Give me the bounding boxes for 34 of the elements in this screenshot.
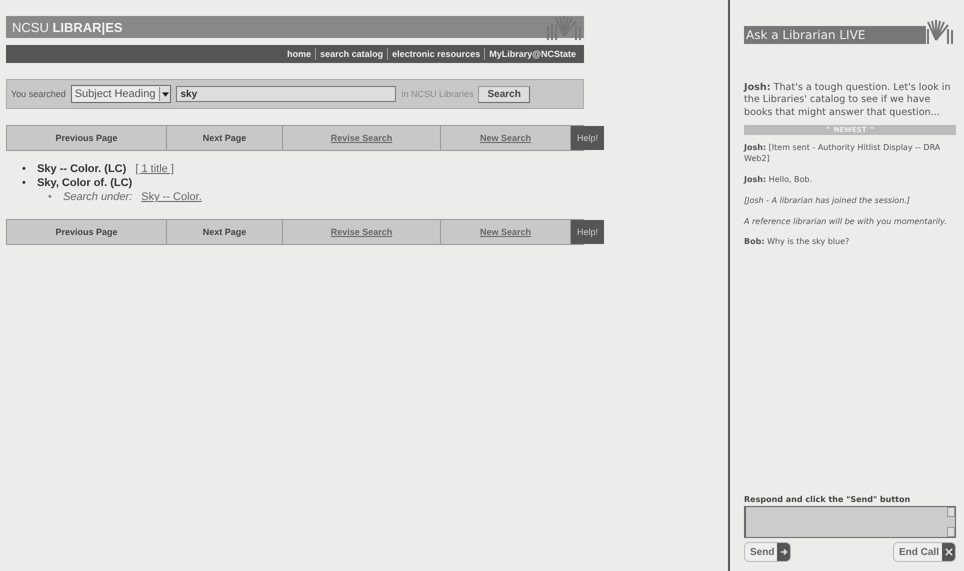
see-reference-label: Search under: — [63, 191, 132, 203]
search-label: You searched — [11, 89, 66, 99]
chat-message: Bob: Why is the sky blue? — [744, 237, 850, 248]
field-dropdown[interactable]: Subject Heading — [70, 85, 172, 103]
nav-link[interactable]: search catalog — [316, 49, 388, 59]
respond-instruction: Respond and click the "Send" button — [744, 495, 912, 504]
bullet: • — [22, 177, 27, 189]
search-field[interactable]: sky — [176, 86, 396, 102]
scope-label: in NCSU Libraries — [401, 89, 474, 99]
reference-link[interactable]: Sky -- Color. — [141, 191, 202, 203]
chat-message: Josh: Hello, Bob. — [744, 175, 814, 186]
nav-link[interactable]: MyLibrary@NCState — [485, 49, 580, 59]
chat-notice: A reference librarian will be with you momentarily. — [744, 216, 948, 228]
chat-message: Josh: That's a tough question. Let's look in the Libraries' catalog to see if we have books that might answer that question... — [744, 82, 952, 120]
close-icon — [942, 543, 955, 561]
search-button[interactable]: Search — [478, 86, 530, 102]
book-fan-icon — [544, 16, 584, 40]
chat-notice: [Josh - A librarian has joined the session.] — [744, 196, 911, 207]
subject-heading: Sky -- Color. (LC) — [37, 163, 126, 175]
response-textarea[interactable] — [744, 506, 956, 538]
subject-heading: Sky, Color of. (LC) — [37, 177, 132, 189]
send-button[interactable]: Send — [744, 542, 792, 562]
chat-message: Josh: [Item sent - Authority Hitlist Display -- DRA Web2] — [744, 143, 942, 165]
end-call-button[interactable]: End Call — [892, 542, 956, 562]
nav-link[interactable]: home — [283, 49, 316, 59]
help-button[interactable]: Help! — [571, 126, 604, 150]
bullet: • — [22, 163, 27, 175]
help-button[interactable]: Help! — [571, 220, 604, 244]
library-logo-text: NCSU LIBRAR|ES — [11, 20, 123, 37]
scrollbar[interactable] — [947, 507, 955, 537]
chat-title: Ask a Librarian LIVE — [745, 28, 866, 44]
title-count-link[interactable]: [ 1 title ] — [135, 163, 174, 175]
bullet: • — [48, 191, 53, 203]
nav-link[interactable]: electronic resources — [388, 49, 484, 59]
